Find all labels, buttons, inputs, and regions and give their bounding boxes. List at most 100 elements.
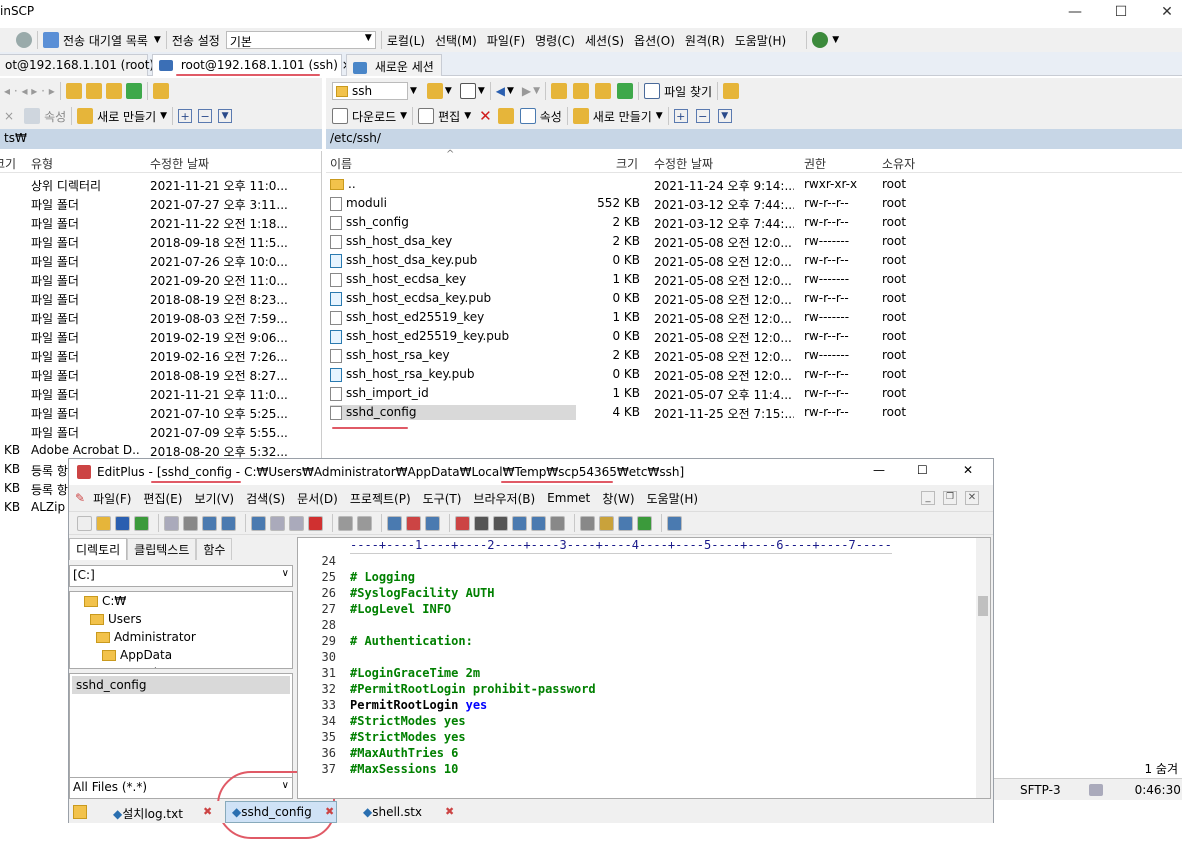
print-preview-icon[interactable] — [164, 515, 179, 531]
edit-button[interactable]: 편집 — [438, 108, 460, 125]
cut-icon[interactable] — [251, 515, 266, 531]
table-row[interactable]: ssh_host_dsa_key 2 KB 2021-05-08 오전 12:0..… — [326, 232, 966, 251]
word-wrap-icon[interactable] — [493, 515, 508, 531]
right-path-bar[interactable]: /etc/ssh/ — [326, 129, 1182, 149]
forward-icon[interactable]: ▶ — [522, 84, 531, 98]
menu-item[interactable]: 문서(D) — [297, 490, 338, 507]
close-icon[interactable]: ✖ — [445, 805, 454, 818]
root-dir-icon[interactable] — [573, 83, 590, 99]
globe-icon[interactable] — [812, 32, 829, 48]
menu-item[interactable]: 도구(T) — [423, 490, 462, 507]
panel-icon[interactable] — [599, 515, 614, 531]
side-tab-cliptext[interactable]: 클립텍스트 — [127, 538, 197, 560]
new-button[interactable]: 새로 만들기 — [97, 108, 156, 125]
replace-icon[interactable] — [406, 515, 421, 531]
table-row[interactable]: 파일 폴더 2018-08-19 오전 8:23... — [0, 289, 322, 308]
editplus-minimize-button[interactable]: — — [873, 463, 885, 477]
transfer-settings-select[interactable]: 기본 ▼ — [225, 31, 376, 49]
delete-icon[interactable] — [308, 515, 323, 531]
table-row[interactable]: ssh_host_ed25519_key.pub 0 KB 2021-05-08 오… — [326, 327, 966, 346]
menu-item[interactable]: 옵션(O) — [634, 32, 675, 49]
table-row[interactable]: 파일 폴더 2021-07-27 오후 3:11... — [0, 194, 322, 213]
filter-icon[interactable]: ▼ — [717, 109, 732, 123]
table-row[interactable]: 파일 폴더 2018-08-19 오전 8:27... — [0, 365, 322, 384]
rename-icon[interactable] — [497, 108, 514, 124]
table-row[interactable]: ssh_host_ed25519_key 1 KB 2021-05-08 오전 12… — [326, 308, 966, 327]
left-path-bar[interactable]: ts₩ — [0, 129, 322, 149]
column-size[interactable]: 크기 — [0, 155, 16, 172]
new-button[interactable]: 새로 만들기 — [593, 108, 652, 125]
file-list-item[interactable]: sshd_config — [72, 676, 290, 694]
vertical-scrollbar[interactable] — [976, 538, 990, 798]
menu-item[interactable]: 선택(M) — [435, 32, 477, 49]
menu-item[interactable]: 원격(R) — [685, 32, 725, 49]
close-icon[interactable]: ✖ — [325, 805, 334, 818]
menu-item[interactable]: 파일(F) — [487, 32, 525, 49]
menu-item[interactable]: 세션(S) — [585, 32, 624, 49]
table-row[interactable]: 파일 폴더 2018-09-18 오전 11:5... — [0, 232, 322, 251]
table-row[interactable]: 파일 폴더 2021-07-10 오후 5:25... — [0, 403, 322, 422]
column-type[interactable]: 유형 — [31, 155, 53, 172]
tab-new-session[interactable]: 새로운 세션 — [346, 54, 442, 76]
refresh-icon[interactable] — [617, 83, 634, 99]
column-permissions[interactable]: 권한 — [804, 155, 826, 172]
column-size[interactable]: 크기 — [616, 155, 638, 172]
help-icon[interactable] — [667, 515, 682, 531]
table-row[interactable]: 파일 폴더 2021-11-21 오후 11:0... — [0, 384, 322, 403]
open-file-icon[interactable] — [96, 515, 111, 531]
table-row[interactable]: 파일 폴더 2019-02-16 오전 7:26... — [0, 346, 322, 365]
table-row[interactable]: ssh_host_rsa_key.pub 0 KB 2021-05-08 오전 12… — [326, 365, 966, 384]
properties-button[interactable]: 속성 — [540, 108, 562, 125]
chevron-down-icon[interactable]: ▼ — [160, 111, 167, 121]
table-row[interactable]: moduli 552 KB 2021-03-12 오후 7:44:... rw-r--… — [326, 194, 966, 213]
find-icon[interactable] — [387, 515, 402, 531]
table-row[interactable]: 파일 폴더 2021-07-09 오후 5:55... — [0, 422, 322, 441]
properties-icon[interactable] — [24, 108, 41, 124]
chevron-down-icon[interactable]: ▼ — [154, 35, 161, 45]
column-name[interactable]: 이름 — [330, 155, 352, 172]
back-icon[interactable]: ◀ — [496, 84, 505, 98]
window-icon[interactable] — [618, 515, 633, 531]
table-row[interactable]: .. 2021-11-24 오후 9:14:... rwxr-xr-x root — [326, 175, 966, 194]
redo-icon[interactable] — [357, 515, 372, 531]
tree-item[interactable]: AppData — [102, 648, 172, 662]
menu-item[interactable]: 파일(F) — [93, 490, 131, 507]
chevron-down-icon[interactable]: ▼ — [832, 35, 839, 45]
doc-tab-install-log[interactable]: ◆설치log.txt — [107, 803, 189, 823]
side-tab-directory[interactable]: 디렉토리 — [69, 538, 128, 560]
table-row[interactable]: ssh_import_id 1 KB 2021-05-07 오후 11:4... rw… — [326, 384, 966, 403]
column-date[interactable]: 수정한 날짜 — [654, 155, 713, 172]
indent-icon[interactable] — [512, 515, 527, 531]
doc-restore-button[interactable]: ❐ — [943, 491, 957, 505]
print-icon[interactable] — [183, 515, 198, 531]
menu-item[interactable]: 창(W) — [602, 490, 634, 507]
drive-select[interactable]: [C:] ∨ — [69, 565, 293, 587]
menu-item[interactable]: Emmet — [547, 491, 590, 505]
delete-icon[interactable]: ✕ — [479, 107, 492, 125]
table-row[interactable]: 파일 폴더 2019-08-03 오전 7:59... — [0, 308, 322, 327]
minus-icon[interactable]: − — [695, 109, 710, 123]
minimize-button[interactable]: — — [1052, 0, 1098, 24]
dir-select[interactable]: ssh — [332, 82, 408, 100]
table-row[interactable]: ssh_host_dsa_key.pub 0 KB 2021-05-08 오전 12… — [326, 251, 966, 270]
menu-item[interactable]: 검색(S) — [246, 490, 285, 507]
maximize-button[interactable]: ☐ — [1098, 0, 1144, 24]
folder-icon[interactable] — [73, 805, 87, 819]
table-row[interactable]: ssh_host_ecdsa_key 1 KB 2021-05-08 오전 12:0… — [326, 270, 966, 289]
doc-close-button[interactable]: ✕ — [965, 491, 979, 505]
save-all-icon[interactable] — [134, 515, 149, 531]
download-button[interactable]: 다운로드 — [352, 108, 396, 125]
menu-item[interactable]: 프로젝트(P) — [350, 490, 411, 507]
find-files-button[interactable]: 파일 찾기 — [664, 83, 712, 100]
menu-item[interactable]: 도움말(H) — [735, 32, 787, 49]
properties-button[interactable]: 속성 — [44, 108, 66, 125]
plus-icon[interactable]: + — [673, 109, 688, 123]
table-row[interactable]: 파일 폴더 2021-07-26 오후 10:0... — [0, 251, 322, 270]
minus-icon[interactable]: − — [198, 109, 213, 123]
close-icon[interactable]: ✖ — [203, 805, 212, 818]
view-icon[interactable] — [580, 515, 595, 531]
tree-item[interactable]: Local — [108, 666, 157, 668]
doc-minimize-button[interactable]: _ — [921, 491, 935, 505]
table-row[interactable]: 파일 폴더 2021-11-22 오전 1:18... — [0, 213, 322, 232]
queue-button[interactable]: 전송 대기열 목록 — [63, 32, 148, 49]
